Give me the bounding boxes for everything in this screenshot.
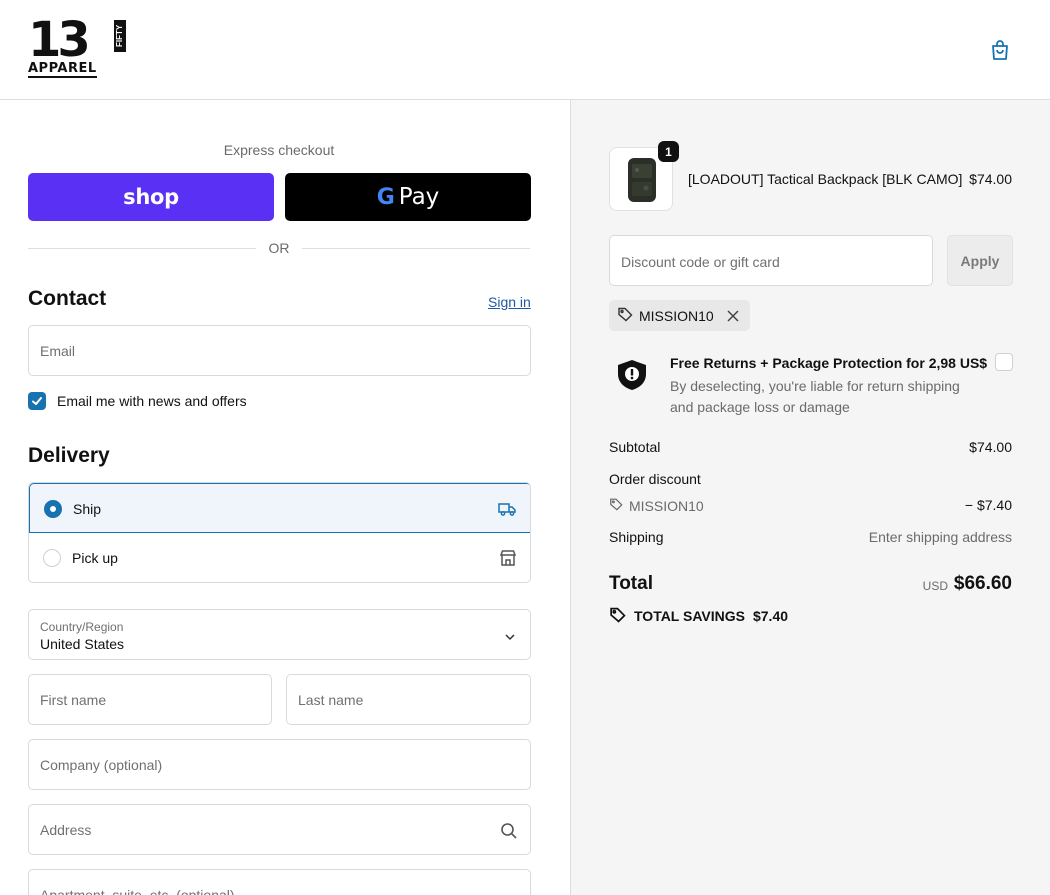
logo-side-text: FIFTY bbox=[114, 20, 126, 52]
chevron-down-icon bbox=[504, 630, 516, 642]
contact-title: Contact bbox=[28, 287, 107, 310]
shopping-bag-icon[interactable] bbox=[988, 38, 1012, 62]
logo-main-text: 13 bbox=[28, 12, 91, 68]
google-pay-label: Pay bbox=[398, 184, 440, 210]
shipping-value: Enter shipping address bbox=[868, 529, 1012, 545]
shop-pay-label: shop bbox=[123, 185, 179, 209]
discount-value: − $7.40 bbox=[964, 497, 1012, 513]
checkout-form: Express checkout shop G Pay OR Contact S… bbox=[0, 100, 570, 895]
delivery-options: Ship Pick up bbox=[28, 482, 531, 583]
address-field[interactable]: Address bbox=[28, 804, 531, 855]
delivery-title: Delivery bbox=[28, 444, 110, 467]
or-divider: OR bbox=[28, 238, 530, 258]
delivery-option-pickup[interactable]: Pick up bbox=[29, 533, 530, 582]
news-checkbox[interactable] bbox=[28, 392, 46, 410]
applied-code-text: MISSION10 bbox=[639, 307, 714, 324]
applied-discount-tag: MISSION10 bbox=[609, 300, 750, 331]
sign-in-link[interactable]: Sign in bbox=[488, 294, 531, 310]
apartment-placeholder: Apartment, suite, etc. (optional) bbox=[40, 887, 235, 895]
country-select[interactable]: Country/Region United States bbox=[28, 609, 531, 660]
ship-radio[interactable] bbox=[44, 500, 62, 518]
google-g-icon: G bbox=[376, 184, 395, 210]
tag-icon bbox=[609, 497, 623, 514]
quantity-badge: 1 bbox=[658, 141, 679, 162]
apply-button[interactable]: Apply bbox=[947, 235, 1013, 286]
store-icon bbox=[498, 548, 518, 568]
last-name-placeholder: Last name bbox=[298, 692, 364, 708]
apartment-field[interactable]: Apartment, suite, etc. (optional) bbox=[28, 869, 531, 895]
ship-label: Ship bbox=[73, 501, 102, 517]
order-summary: 1 [LOADOUT] Tactical Backpack [BLK CAMO]… bbox=[570, 100, 1050, 895]
delivery-option-ship[interactable]: Ship bbox=[29, 483, 530, 533]
pickup-radio[interactable] bbox=[43, 549, 61, 567]
email-placeholder: Email bbox=[40, 343, 76, 359]
protection-title: Free Returns + Package Protection for 2,… bbox=[670, 355, 988, 371]
checkmark-icon bbox=[32, 397, 42, 405]
news-checkbox-row[interactable]: Email me with news and offers bbox=[28, 391, 247, 411]
remove-code-icon[interactable] bbox=[726, 309, 740, 323]
discount-code-name: MISSION10 bbox=[629, 497, 704, 514]
total-label: Total bbox=[609, 573, 653, 594]
discount-code-row: MISSION10 bbox=[609, 497, 704, 514]
shield-icon bbox=[615, 358, 649, 392]
discount-placeholder: Discount code or gift card bbox=[621, 254, 780, 270]
total-currency: USD bbox=[922, 579, 948, 593]
google-pay-button[interactable]: G Pay bbox=[285, 173, 531, 221]
company-placeholder: Company (optional) bbox=[40, 757, 163, 773]
shipping-label: Shipping bbox=[609, 529, 664, 545]
email-field[interactable]: Email bbox=[28, 325, 531, 376]
search-icon[interactable] bbox=[500, 822, 518, 840]
discount-code-input[interactable]: Discount code or gift card bbox=[609, 235, 933, 286]
address-placeholder: Address bbox=[40, 822, 92, 838]
total-savings: TOTAL SAVINGS $7.40 bbox=[609, 606, 788, 626]
subtotal-label: Subtotal bbox=[609, 439, 661, 455]
shop-pay-button[interactable]: shop bbox=[28, 173, 274, 221]
news-checkbox-label: Email me with news and offers bbox=[57, 393, 247, 409]
company-field[interactable]: Company (optional) bbox=[28, 739, 531, 790]
first-name-field[interactable]: First name bbox=[28, 674, 272, 725]
subtotal-value: $74.00 bbox=[969, 439, 1012, 455]
tag-icon bbox=[617, 306, 633, 325]
tag-icon bbox=[609, 606, 626, 626]
product-price: $74.00 bbox=[969, 171, 1012, 187]
protection-checkbox[interactable] bbox=[995, 353, 1013, 371]
pickup-label: Pick up bbox=[72, 550, 118, 566]
first-name-placeholder: First name bbox=[40, 692, 107, 708]
last-name-field[interactable]: Last name bbox=[286, 674, 531, 725]
country-label: Country/Region bbox=[40, 620, 124, 634]
protection-description: By deselecting, you're liable for return… bbox=[670, 378, 960, 415]
order-discount-label: Order discount bbox=[609, 471, 701, 487]
brand-logo[interactable]: 13 FIFTY APPAREL bbox=[28, 14, 128, 78]
product-name: [LOADOUT] Tactical Backpack [BLK CAMO] bbox=[688, 171, 963, 187]
logo-bottom-text: APPAREL bbox=[28, 61, 97, 78]
truck-icon bbox=[497, 499, 517, 519]
country-value: United States bbox=[40, 636, 125, 652]
header: 13 FIFTY APPAREL bbox=[0, 0, 1050, 100]
express-checkout-label: Express checkout bbox=[223, 142, 335, 158]
or-text: OR bbox=[268, 240, 290, 256]
savings-label: TOTAL SAVINGS bbox=[634, 608, 745, 624]
savings-value: $7.40 bbox=[752, 608, 789, 624]
total-value: $66.60 bbox=[953, 573, 1012, 594]
